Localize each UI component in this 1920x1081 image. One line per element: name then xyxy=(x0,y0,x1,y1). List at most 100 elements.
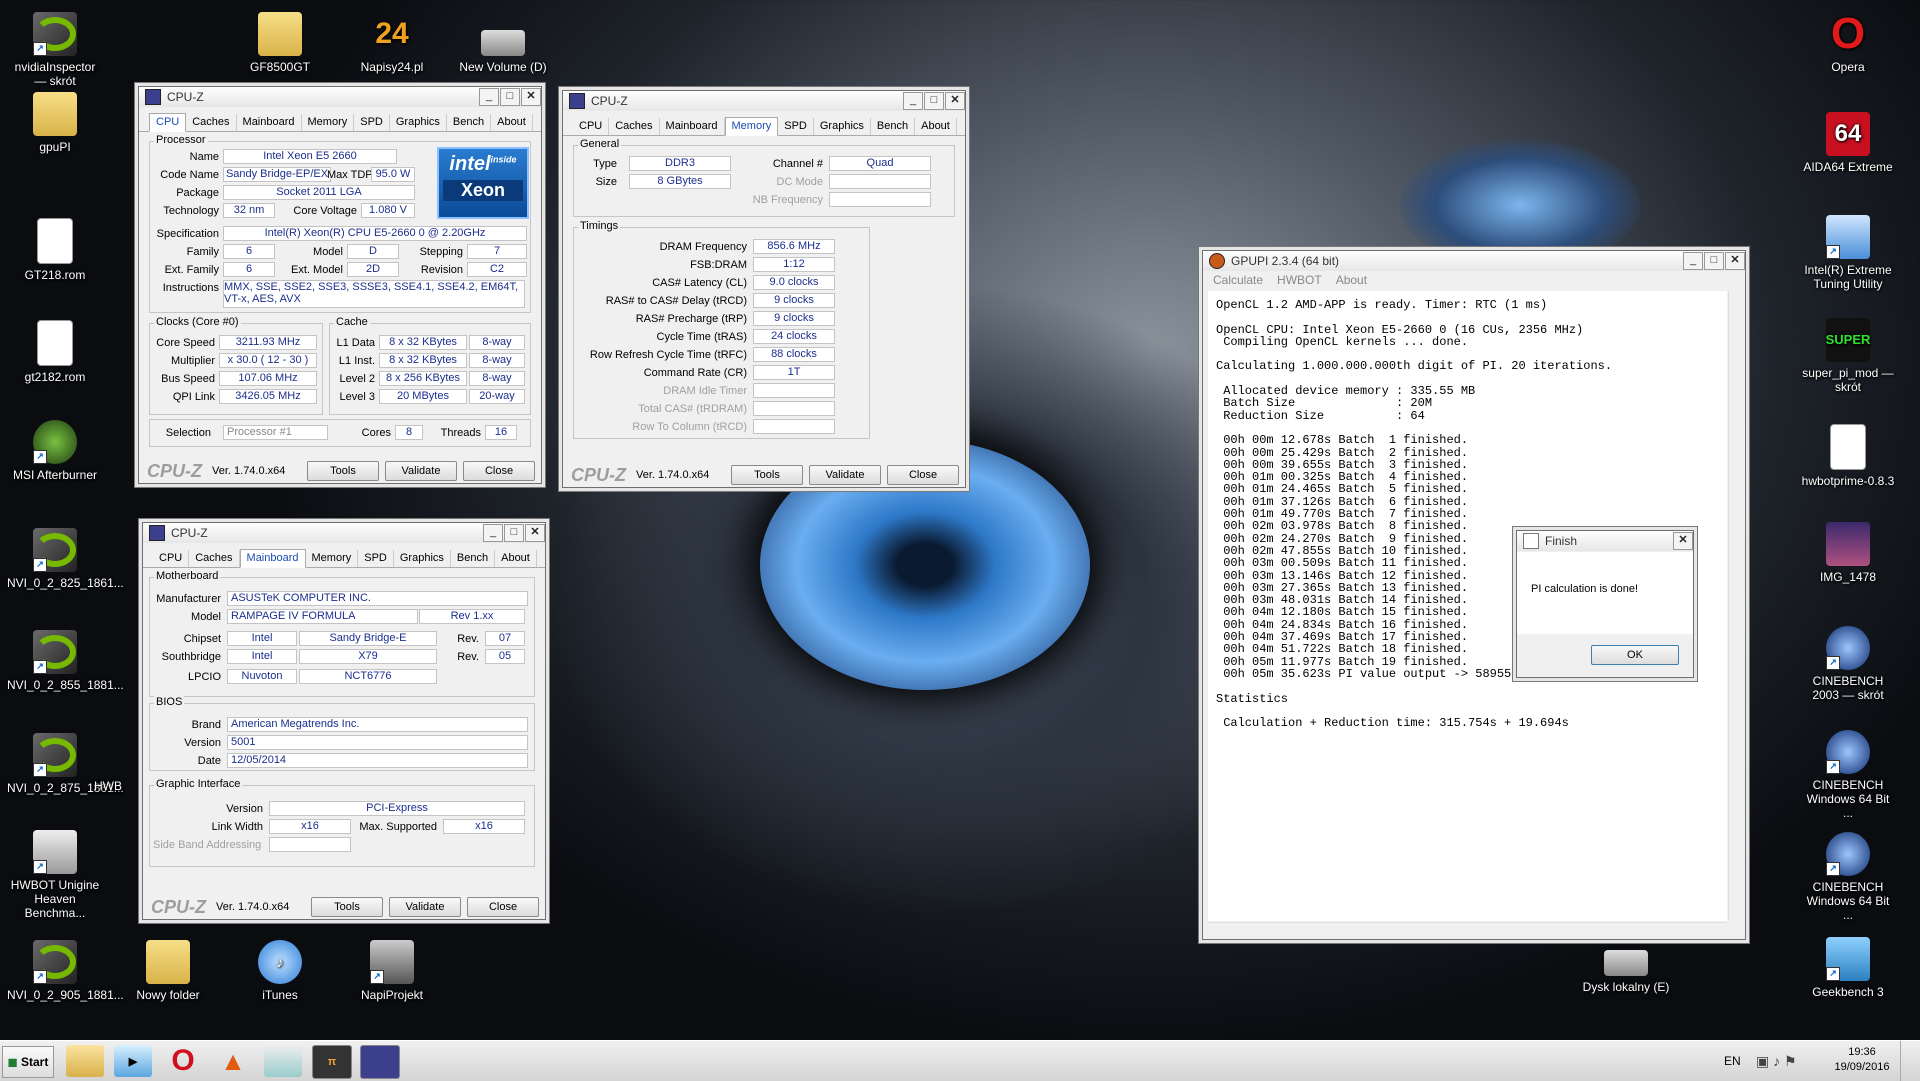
maximize-button[interactable]: □ xyxy=(500,88,520,106)
tab-graphics[interactable]: Graphics xyxy=(814,118,871,135)
tab-caches[interactable]: Caches xyxy=(609,118,660,135)
start-button[interactable]: ◼ Start xyxy=(2,1046,54,1078)
desktop-icon-nvi-905[interactable]: ↗ NVI_0_2_905_1881... xyxy=(7,940,124,1002)
horizontal-scrollbar[interactable] xyxy=(1208,922,1727,937)
tab-about[interactable]: About xyxy=(495,550,537,567)
processor-select[interactable]: Processor #1 xyxy=(223,425,328,440)
desktop-icon-drive-e[interactable]: Dysk lokalny (E) xyxy=(1576,950,1676,994)
desktop-icon-hwbotprime[interactable]: hwbotprime-0.8.3 xyxy=(1800,424,1896,488)
minimize-button[interactable]: _ xyxy=(1683,252,1703,270)
maximize-button[interactable]: □ xyxy=(924,92,944,110)
tab-cpu[interactable]: CPU xyxy=(153,550,190,567)
desktop-icon-gpupi[interactable]: gpuPI xyxy=(7,92,103,154)
tab-about[interactable]: About xyxy=(915,118,957,135)
maximize-button[interactable]: □ xyxy=(1704,252,1724,270)
tab-memory[interactable]: Memory xyxy=(302,114,355,131)
desktop-icon-napiprojekt[interactable]: ↗ NapiProjekt xyxy=(344,940,440,1002)
tab-memory[interactable]: Memory xyxy=(724,117,779,136)
desktop-icon-cinebench-64-1[interactable]: ↗ CINEBENCH Windows 64 Bit ... xyxy=(1800,730,1896,820)
minimize-button[interactable]: _ xyxy=(903,92,923,110)
tab-cpu[interactable]: CPU xyxy=(149,113,187,132)
desktop-icon-gf8500gt[interactable]: GF8500GT xyxy=(232,12,328,74)
language-indicator[interactable]: EN xyxy=(1724,1054,1741,1068)
desktop-icon-hwbot-unigine[interactable]: ↗ HWBOT Unigine Heaven Benchma... xyxy=(7,830,103,920)
desktop-icon-napisy24[interactable]: 24 Napisy24.pl xyxy=(344,12,440,75)
desktop-icon-aida64[interactable]: 64 AIDA64 Extreme xyxy=(1800,112,1896,174)
tab-mainboard[interactable]: Mainboard xyxy=(237,114,302,131)
tab-spd[interactable]: SPD xyxy=(354,114,390,131)
close-button[interactable]: Close xyxy=(887,465,959,485)
validate-button[interactable]: Validate xyxy=(385,461,457,481)
tab-mainboard[interactable]: Mainboard xyxy=(660,118,725,135)
tray-icons[interactable]: ▣ ♪ ⚑ xyxy=(1756,1053,1797,1070)
tab-graphics[interactable]: Graphics xyxy=(390,114,447,131)
tab-bench[interactable]: Bench xyxy=(871,118,916,135)
vertical-scrollbar[interactable] xyxy=(1728,291,1743,921)
show-desktop-button[interactable] xyxy=(1900,1041,1919,1081)
tab-about[interactable]: About xyxy=(491,114,533,131)
desktop-icon-opera[interactable]: O Opera xyxy=(1800,12,1896,75)
title-bar[interactable]: GPUPI 2.3.4 (64 bit) _ □ ✕ xyxy=(1203,251,1745,271)
tab-spd[interactable]: SPD xyxy=(358,550,394,567)
tools-button[interactable]: Tools xyxy=(731,465,803,485)
desktop-icon-nowy-folder[interactable]: Nowy folder xyxy=(120,940,216,1002)
desktop-icon-superpi[interactable]: SUPER super_pi_mod — skrót xyxy=(1800,318,1896,394)
desktop-icon-cinebench-64-2[interactable]: ↗ CINEBENCH Windows 64 Bit ... xyxy=(1800,832,1896,922)
desktop-label-hwb[interactable]: HWB xyxy=(88,779,128,793)
tab-spd[interactable]: SPD xyxy=(778,118,814,135)
close-icon[interactable]: ✕ xyxy=(1725,252,1745,270)
tab-memory[interactable]: Memory xyxy=(306,550,359,567)
menu-about[interactable]: About xyxy=(1336,273,1367,287)
finish-dialog[interactable]: Finish ✕ PI calculation is done! OK xyxy=(1516,530,1694,678)
maximize-button[interactable]: □ xyxy=(504,524,524,542)
tab-bench[interactable]: Bench xyxy=(447,114,492,131)
close-icon[interactable]: ✕ xyxy=(945,92,965,110)
clock[interactable]: 19:36 19/09/2016 xyxy=(1834,1045,1890,1075)
close-button[interactable]: Close xyxy=(463,461,535,481)
desktop-icon-img1478[interactable]: IMG_1478 xyxy=(1800,522,1896,584)
tools-button[interactable]: Tools xyxy=(307,461,379,481)
validate-button[interactable]: Validate xyxy=(389,897,461,917)
close-icon[interactable]: ✕ xyxy=(1673,532,1693,550)
tab-caches[interactable]: Caches xyxy=(189,550,240,567)
tools-button[interactable]: Tools xyxy=(311,897,383,917)
close-icon[interactable]: ✕ xyxy=(521,88,541,106)
cpuz-window-memory[interactable]: CPU-Z _ □ ✕ CPU Caches Mainboard Memory SPD Gra… xyxy=(562,90,966,488)
matlab-icon[interactable]: ▲ xyxy=(214,1045,252,1077)
desktop-icon-nvi-825[interactable]: ↗ NVI_0_2_825_1861... xyxy=(7,528,124,590)
title-bar[interactable]: CPU-Z _ □ ✕ xyxy=(563,91,965,111)
tab-cpu[interactable]: CPU xyxy=(573,118,610,135)
explorer-icon[interactable] xyxy=(66,1045,104,1077)
cpuz-window-cpu[interactable]: CPU-Z _ □ ✕ CPU Caches Mainboard Memory SPD Gra… xyxy=(138,86,542,484)
menu-calculate[interactable]: Calculate xyxy=(1213,273,1263,287)
desktop-icon-nvi-855[interactable]: ↗ NVI_0_2_855_1881... xyxy=(7,630,124,692)
desktop-icon-itunes[interactable]: ♪ iTunes xyxy=(232,940,328,1002)
tab-caches[interactable]: Caches xyxy=(186,114,237,131)
close-icon[interactable]: ✕ xyxy=(525,524,545,542)
desktop-icon-cinebench2003[interactable]: ↗ CINEBENCH 2003 — skrót xyxy=(1800,626,1896,702)
ok-button[interactable]: OK xyxy=(1591,645,1679,665)
gpupi-taskbar-icon[interactable]: π xyxy=(312,1045,352,1079)
menu-hwbot[interactable]: HWBOT xyxy=(1277,273,1322,287)
title-bar[interactable]: Finish ✕ xyxy=(1517,531,1693,551)
desktop-icon-geekbench3[interactable]: ↗ Geekbench 3 xyxy=(1800,937,1896,999)
desktop-icon-intel-xtu[interactable]: ↗ Intel(R) Extreme Tuning Utility xyxy=(1800,215,1896,291)
minimize-button[interactable]: _ xyxy=(479,88,499,106)
close-button[interactable]: Close xyxy=(467,897,539,917)
tab-bench[interactable]: Bench xyxy=(451,550,496,567)
media-player-icon[interactable]: ▶ xyxy=(114,1045,152,1077)
title-bar[interactable]: CPU-Z _ □ ✕ xyxy=(139,87,541,107)
opera-taskbar-icon[interactable]: O xyxy=(164,1044,202,1077)
tab-mainboard[interactable]: Mainboard xyxy=(239,549,306,568)
cpuz-taskbar-icon[interactable] xyxy=(360,1045,400,1079)
desktop-icon-nvidiainspector[interactable]: ↗ nvidiaInspector — skrót xyxy=(7,12,103,88)
desktop-icon-msi-afterburner[interactable]: ↗ MSI Afterburner xyxy=(7,420,103,482)
paint-icon[interactable] xyxy=(264,1045,302,1077)
tab-graphics[interactable]: Graphics xyxy=(394,550,451,567)
validate-button[interactable]: Validate xyxy=(809,465,881,485)
title-bar[interactable]: CPU-Z _ □ ✕ xyxy=(143,523,545,543)
desktop-icon-gt218[interactable]: GT218.rom xyxy=(7,218,103,282)
minimize-button[interactable]: _ xyxy=(483,524,503,542)
cpuz-window-mainboard[interactable]: CPU-Z _ □ ✕ CPU Caches Mainboard Memory SPD Gra… xyxy=(142,522,546,920)
desktop-icon-gt2182[interactable]: gt2182.rom xyxy=(7,320,103,384)
